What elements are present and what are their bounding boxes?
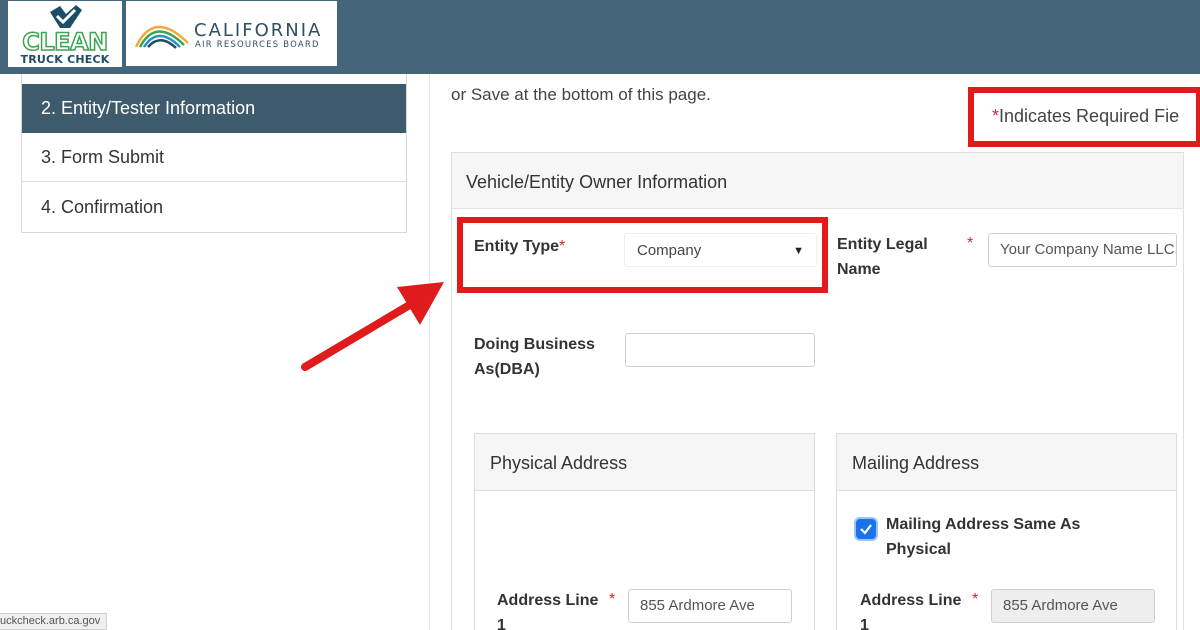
entity-legal-name-label: Entity Legal Name: [837, 232, 928, 282]
mailing-address-line1-label-line2: 1: [860, 617, 869, 630]
same-as-physical-label-line2: Physical: [886, 541, 951, 558]
carb-arc-icon: [134, 25, 189, 49]
same-as-physical-label[interactable]: Mailing Address Same As Physical: [886, 512, 1080, 562]
same-as-physical-checkbox[interactable]: [856, 519, 876, 539]
mailing-address-line1-label-line1: Address Line: [860, 592, 962, 609]
checkmark-icon: [860, 524, 872, 535]
sidebar-item-form-submit[interactable]: 3. Form Submit: [22, 133, 406, 182]
carb-logo-subtitle: AIR RESOURCES BOARD: [195, 40, 320, 50]
entity-type-highlight-box: [457, 217, 828, 293]
clean-truck-check-mark-icon: [50, 5, 82, 28]
mailing-address-line1-label: Address Line 1: [860, 588, 961, 630]
clean-logo-word: CLEAN: [22, 27, 109, 57]
step-sidebar: 2. Entity/Tester Information 3. Form Sub…: [21, 74, 407, 233]
column-divider: [429, 74, 430, 630]
same-as-physical-label-line1: Mailing Address Same As: [886, 516, 1081, 533]
physical-address-line1-input[interactable]: 855 Ardmore Ave: [628, 589, 792, 623]
entity-legal-name-label-line1: Entity Legal: [837, 236, 928, 253]
clean-truck-check-logo[interactable]: CLEAN TRUCK CHECK: [8, 1, 122, 67]
carb-logo-title: CALIFORNIA: [194, 20, 323, 41]
sidebar-item-confirmation[interactable]: 4. Confirmation: [22, 183, 406, 232]
entity-legal-name-input[interactable]: Your Company Name LLC: [988, 233, 1177, 267]
physical-address-title: Physical Address: [490, 453, 628, 473]
carb-logo[interactable]: CALIFORNIA AIR RESOURCES BOARD: [126, 1, 337, 66]
sidebar-item-entity-tester-information[interactable]: 2. Entity/Tester Information: [22, 84, 406, 133]
mailing-address-line1-input[interactable]: 855 Ardmore Ave: [991, 589, 1155, 623]
required-note-highlight-box: [968, 87, 1200, 147]
physical-address-line1-label-line1: Address Line: [497, 592, 599, 609]
dba-label-line1: Doing Business: [474, 336, 595, 353]
mailing-address-title: Mailing Address: [852, 453, 980, 473]
dba-label-line2: As(DBA): [474, 361, 540, 378]
dba-label: Doing Business As(DBA): [474, 332, 595, 382]
physical-address-line1-label-line2: 1: [497, 617, 506, 630]
dba-input[interactable]: [625, 333, 815, 367]
mailing-address-line1-required-star: *: [972, 591, 979, 608]
entity-legal-name-label-line2: Name: [837, 261, 881, 278]
intro-text: or Save at the bottom of this page.: [451, 85, 711, 104]
entity-legal-name-required-star: *: [967, 235, 974, 252]
physical-address-line1-label: Address Line 1: [497, 588, 598, 630]
owner-info-panel-title: Vehicle/Entity Owner Information: [466, 172, 728, 192]
truck-check-logo-word: TRUCK CHECK: [20, 53, 110, 66]
status-bar-url: uckcheck.arb.ca.gov: [0, 613, 108, 630]
physical-address-line1-required-star: *: [609, 591, 616, 608]
